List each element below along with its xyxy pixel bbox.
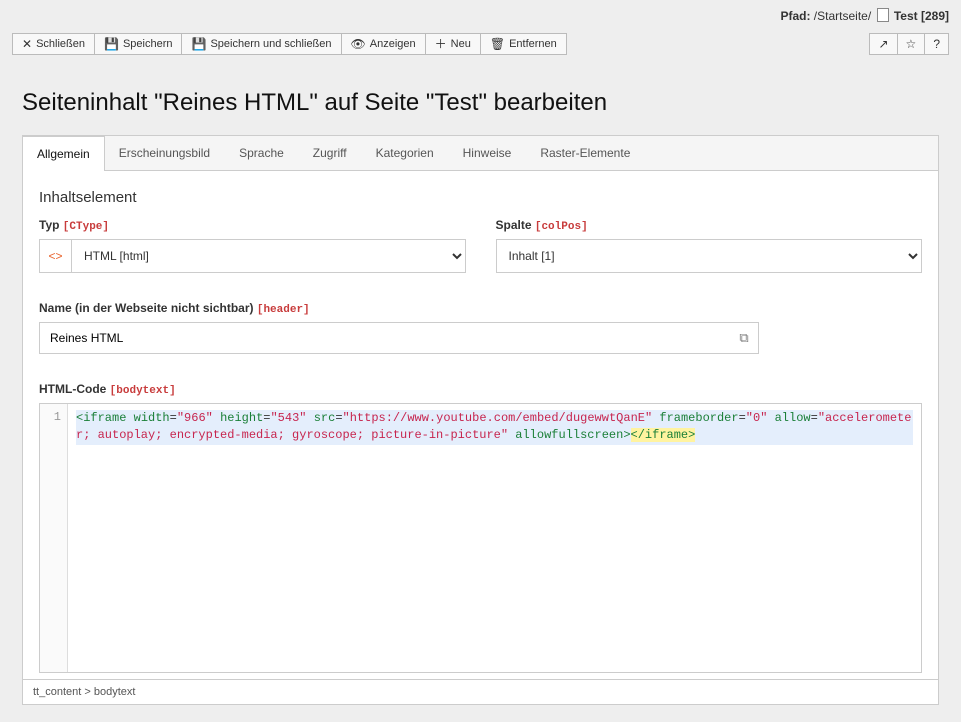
type-label: Typ [CType] <box>39 218 466 233</box>
save-close-label: Speichern und schließen <box>210 38 331 50</box>
code-label: HTML-Code [bodytext] <box>39 382 922 397</box>
eye-icon: 👁 <box>351 38 366 50</box>
field-path-footer: tt_content > bodytext <box>22 680 939 705</box>
save-close-button[interactable]: 💾 Speichern und schließen <box>181 33 341 55</box>
column-select[interactable]: Inhalt [1] <box>496 239 923 273</box>
help-button[interactable]: ? <box>924 33 949 55</box>
tab-categories[interactable]: Kategorien <box>362 136 449 170</box>
external-link-icon: ↗ <box>878 38 888 50</box>
name-input[interactable] <box>40 323 730 353</box>
star-icon: ☆ <box>906 38 917 50</box>
close-button[interactable]: ✕ Schließen <box>12 33 95 55</box>
type-select[interactable]: HTML [html] <box>71 239 466 273</box>
type-label-text: Typ <box>39 218 59 232</box>
bookmark-button[interactable]: ☆ <box>897 33 926 55</box>
tab-grid[interactable]: Raster-Elemente <box>526 136 645 170</box>
action-toolbar: ✕ Schließen 💾 Speichern 💾 Speichern und sch… <box>0 27 961 65</box>
page-id: [289] <box>921 9 949 23</box>
delete-label: Entfernen <box>509 38 557 50</box>
save-label: Speichern <box>123 38 173 50</box>
tk: "543" <box>270 411 306 425</box>
open-external-button[interactable]: ↗ <box>869 33 897 55</box>
page-title: Seiteninhalt "Reines HTML" auf Seite "Te… <box>22 89 939 117</box>
tk: height <box>220 411 263 425</box>
page-name: Test <box>894 9 918 23</box>
tab-appearance[interactable]: Erscheinungsbild <box>105 136 225 170</box>
tab-bar: Allgemein Erscheinungsbild Sprache Zugri… <box>22 135 939 170</box>
name-label-text: Name (in der Webseite nicht sichtbar) <box>39 301 254 315</box>
save-button[interactable]: 💾 Speichern <box>94 33 183 55</box>
code-content[interactable]: <iframe width="966" height="543" src="ht… <box>68 404 921 672</box>
path-value: /Startseite/ <box>814 9 871 23</box>
new-button[interactable]: ＋ Neu <box>425 33 481 55</box>
tk: width <box>134 411 170 425</box>
toolbar-right: ↗ ☆ ? <box>869 33 949 55</box>
page-icon <box>877 8 889 22</box>
html-code-editor[interactable]: 1 <iframe width="966" height="543" src="… <box>39 403 922 673</box>
tk: allowfullscreen <box>515 428 623 442</box>
view-button[interactable]: 👁 Anzeigen <box>341 33 426 55</box>
line-number: 1 <box>54 410 61 424</box>
html-type-icon: <> <box>39 239 71 273</box>
save-close-icon: 💾 <box>191 38 206 50</box>
section-heading: Inhaltselement <box>39 189 922 206</box>
help-icon: ? <box>933 38 940 50</box>
tab-language[interactable]: Sprache <box>225 136 299 170</box>
tk: </iframe> <box>631 428 696 442</box>
path-label: Pfad: <box>780 9 810 23</box>
new-label: Neu <box>451 38 471 50</box>
view-label: Anzeigen <box>370 38 416 50</box>
trash-icon: 🗑 <box>490 38 505 50</box>
tab-general[interactable]: Allgemein <box>23 136 105 171</box>
close-icon: ✕ <box>22 38 32 50</box>
code-tech: [bodytext] <box>110 385 176 397</box>
tab-access[interactable]: Zugriff <box>299 136 362 170</box>
column-label-text: Spalte <box>496 218 532 232</box>
tk: "https://www.youtube.com/embed/dugewwtQa… <box>343 411 653 425</box>
tk: src <box>314 411 336 425</box>
expand-field-icon[interactable]: ⧉ <box>730 330 758 346</box>
column-tech: [colPos] <box>535 221 588 233</box>
close-label: Schließen <box>36 38 85 50</box>
type-tech: [CType] <box>63 221 109 233</box>
save-icon: 💾 <box>104 38 119 50</box>
tk: > <box>623 428 630 442</box>
tk: "0" <box>746 411 768 425</box>
code-label-text: HTML-Code <box>39 382 106 396</box>
tab-notes[interactable]: Hinweise <box>449 136 527 170</box>
name-tech: [header] <box>257 304 310 316</box>
tk: "966" <box>177 411 213 425</box>
plus-icon: ＋ <box>435 38 447 50</box>
general-panel: Inhaltselement Typ [CType] <> HTML [html… <box>22 170 939 680</box>
top-path-bar: Pfad: /Startseite/ Test [289] <box>0 0 961 27</box>
tk: <iframe <box>76 411 126 425</box>
column-label: Spalte [colPos] <box>496 218 923 233</box>
name-label: Name (in der Webseite nicht sichtbar) [h… <box>39 301 922 316</box>
code-gutter: 1 <box>40 404 68 672</box>
tk: allow <box>775 411 811 425</box>
tk: frameborder <box>659 411 738 425</box>
delete-button[interactable]: 🗑 Entfernen <box>480 33 567 55</box>
toolbar-left: ✕ Schließen 💾 Speichern 💾 Speichern und sch… <box>12 33 567 55</box>
